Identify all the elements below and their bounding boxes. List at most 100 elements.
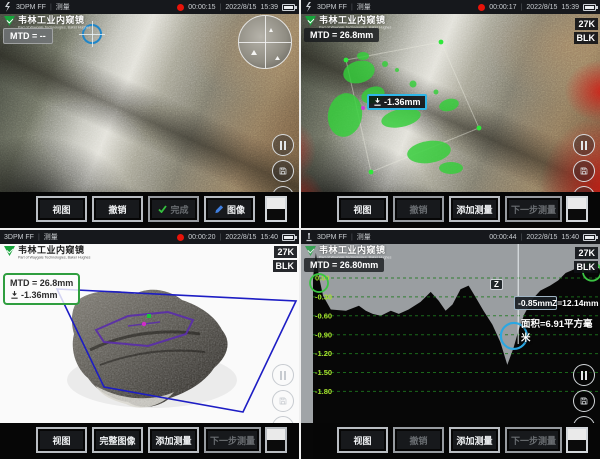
battery-icon (282, 234, 295, 241)
button-label: 添加测量 (456, 434, 492, 447)
button-label: 撤销 (409, 203, 427, 216)
screen-split-toggle[interactable] (566, 427, 588, 453)
done-button[interactable]: 完成 (148, 196, 199, 222)
date-label: 2022/8/15 (526, 234, 557, 241)
image-button[interactable]: 图像 (204, 196, 255, 222)
mtd-depth-readout: MTD = 26.8mm -1.36mm (3, 273, 80, 305)
depth-value: -1.36mm (384, 97, 421, 107)
depth-value-tag[interactable]: -1.36mm (367, 94, 427, 110)
battery-icon (583, 4, 596, 11)
inset-speck (269, 28, 273, 32)
clock-label: 15:39 (561, 4, 579, 11)
brand-triangle-icon (305, 16, 316, 26)
y-tick-label: -0.60 (315, 311, 332, 320)
quadrant-depth-measure: 3DPM FF | 测量 00:00:17 | 2022/8/15 15:39 … (301, 0, 600, 228)
recording-indicator (177, 234, 184, 241)
battery-level (585, 6, 594, 9)
tab-measure[interactable]: 测量 (357, 2, 371, 12)
status-badges: 27K BLK (574, 18, 599, 44)
pause-button[interactable] (272, 134, 294, 156)
recording-indicator (478, 4, 485, 11)
save-button[interactable] (272, 390, 294, 412)
mode-label: 3DPM FF (317, 234, 347, 241)
tab-measure[interactable]: 测量 (357, 232, 371, 242)
inset-speck (251, 50, 257, 55)
add-measure-button[interactable]: 添加测量 (449, 196, 500, 222)
y-tick-label: -0.30 (315, 293, 332, 302)
stereo-index-badge: 27K (274, 246, 297, 258)
view-button[interactable]: 视图 (36, 196, 87, 222)
pause-button[interactable] (573, 134, 595, 156)
add-measure-button[interactable]: 添加测量 (449, 427, 500, 453)
brand-logo: 韦林工业内窥镜 Part of Waygate Technologies, Ba… (4, 246, 99, 260)
pen-icon (214, 204, 224, 214)
quadrant-point-cloud: 3DPM FF | 测量 00:00:20 | 2022/8/15 15:40 … (0, 230, 299, 459)
z-length-label: Z=12.14mm (552, 298, 599, 308)
status-badges: 27K BLK (574, 247, 599, 273)
ref-point-marker[interactable] (147, 314, 151, 318)
quadrant-profile-view: 0.00-0.30-0.60-0.90-1.20-1.50-1.80 3DPM … (301, 230, 600, 459)
screen-split-toggle[interactable] (566, 196, 588, 222)
depth-point-marker[interactable] (361, 106, 365, 110)
mtd-readout: MTD = 26.80mm (304, 258, 384, 272)
next-measure-button[interactable]: 下一步测量 (204, 427, 261, 453)
clock-label: 15:39 (260, 4, 278, 11)
divider: | (38, 234, 40, 241)
mtd-readout: MTD = -- (3, 28, 53, 44)
divider: | (219, 4, 221, 11)
depth-point-marker[interactable] (142, 322, 146, 326)
action-bar: 视图 撤销 添加测量 下一步测量 (313, 423, 600, 459)
view-button[interactable]: 视图 (337, 196, 388, 222)
status-bar: 3DPM FF | 测量 00:00:17 | 2022/8/15 15:39 (301, 0, 600, 14)
button-label: 下一步测量 (511, 434, 556, 447)
tab-measure[interactable]: 测量 (56, 2, 70, 12)
undo-button[interactable]: 撤销 (92, 196, 143, 222)
brand-title: 韦林工业内窥镜 (18, 16, 99, 25)
screen-split-toggle[interactable] (265, 196, 287, 222)
status-bar: 3DPM FF | 测量 00:00:44 | 2022/8/15 15:40 (301, 230, 600, 244)
cursor-depth-badge: -0.85mm (514, 296, 557, 310)
area-label: 面积=6.91平方毫米 (521, 316, 600, 344)
mode-label: 3DPM FF (317, 4, 347, 11)
y-tick-label: -1.20 (315, 349, 332, 358)
brand-triangle-icon (4, 16, 15, 26)
full-image-button[interactable]: 完整图像 (92, 427, 143, 453)
button-label: 视图 (353, 203, 371, 216)
undo-button[interactable]: 撤销 (393, 427, 444, 453)
tab-measure[interactable]: 测量 (44, 232, 58, 242)
mtd-value: MTD = 26.8mm (10, 277, 73, 289)
brand-title: 韦林工业内窥镜 (18, 246, 99, 255)
next-measure-button[interactable]: 下一步测量 (505, 427, 562, 453)
divider: | (351, 234, 353, 241)
view-button[interactable]: 视图 (36, 427, 87, 453)
button-label: 图像 (227, 203, 245, 216)
brand-subtitle: Part of Waygate Technologies, Baker Hugh… (18, 256, 90, 260)
depth-icon (10, 290, 19, 300)
pause-button[interactable] (272, 364, 294, 386)
view-button[interactable]: 视图 (337, 427, 388, 453)
y-tick-label: -1.50 (315, 368, 332, 377)
record-timer: 00:00:20 (188, 234, 215, 241)
action-bar: 视图 撤销 添加测量 下一步测量 (301, 192, 600, 228)
recording-indicator (177, 4, 184, 11)
undo-button[interactable]: 撤销 (393, 196, 444, 222)
save-button[interactable] (573, 390, 595, 412)
date-label: 2022/8/15 (225, 234, 256, 241)
record-timer: 00:00:17 (489, 4, 516, 11)
save-button[interactable] (573, 160, 595, 182)
save-button[interactable] (272, 160, 294, 182)
probe-power-icon (4, 2, 12, 12)
next-measure-button[interactable]: 下一步测量 (505, 196, 562, 222)
z-axis-tag[interactable]: Z (490, 279, 503, 290)
add-measure-button[interactable]: 添加测量 (148, 427, 199, 453)
brand-title: 韦林工业内窥镜 (319, 246, 400, 255)
pause-button[interactable] (573, 364, 595, 386)
brand-triangle-icon (305, 246, 316, 256)
divider: | (520, 234, 522, 241)
button-label: 视图 (52, 434, 70, 447)
button-label: 下一步测量 (210, 434, 255, 447)
button-label: 视图 (353, 434, 371, 447)
screen-split-toggle[interactable] (265, 427, 287, 453)
brand-triangle-icon (4, 246, 15, 256)
blk-badge: BLK (273, 260, 298, 272)
